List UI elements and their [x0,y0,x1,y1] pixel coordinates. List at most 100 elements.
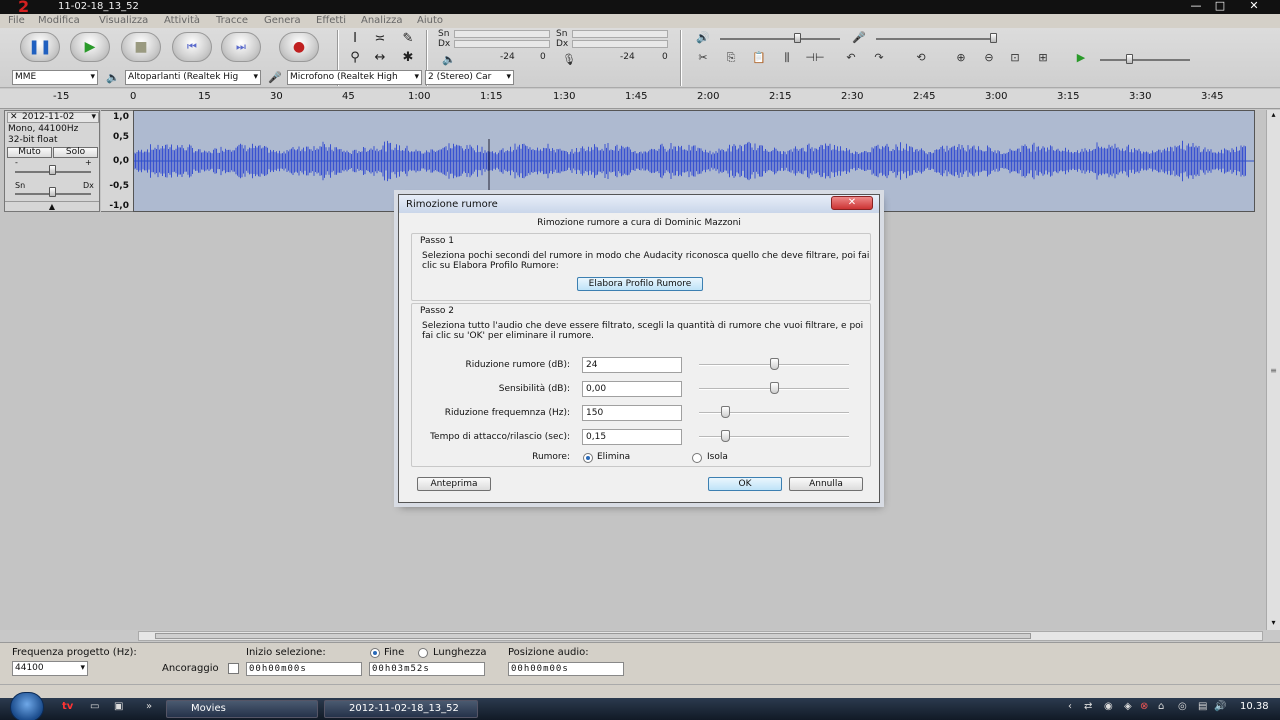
scroll-grip-icon[interactable]: ≡ [1269,366,1278,380]
audio-host-select[interactable]: MME [12,70,98,85]
scroll-up-icon[interactable]: ▴ [1267,110,1280,122]
tray-network-icon[interactable]: ⇄ [1084,701,1092,712]
sensitivity-field[interactable]: 0,00 [582,381,682,397]
timeshift-tool-icon[interactable]: ↔ [370,49,390,67]
track-name-menu[interactable]: ✕ 2012-11-02 ▾ [7,112,99,123]
menu-file[interactable]: File [8,15,25,26]
input-device-select[interactable]: Microfono (Realtek High [287,70,422,85]
quicklaunch-more-icon[interactable]: » [146,701,152,712]
selection-end-time[interactable]: 00h03m52s [369,662,485,676]
envelope-tool-icon[interactable]: ≍ [370,30,390,48]
play-speed-knob[interactable] [1126,54,1133,64]
menu-aiuto[interactable]: Aiuto [417,15,443,26]
pause-button[interactable]: ❚❚ [20,32,60,62]
selection-tool-icon[interactable]: I [345,30,365,48]
cancel-button[interactable]: Annulla [789,477,863,491]
pan-knob[interactable] [49,187,56,197]
remove-noise-radio[interactable] [583,453,593,463]
menu-tracce[interactable]: Tracce [216,15,248,26]
solo-button[interactable]: Solo [53,147,98,158]
vertical-scrollbar[interactable]: ▴ ≡ ▾ [1266,110,1280,630]
silence-icon[interactable]: ⊣⊢ [804,50,826,66]
undo-icon[interactable]: ↶ [840,50,862,66]
start-button[interactable] [10,692,44,720]
attack-decay-field[interactable]: 0,15 [582,429,682,445]
tray-volume-icon[interactable]: 🔊 [1214,701,1226,712]
redo-icon[interactable]: ↷ [868,50,890,66]
skip-end-button[interactable]: ⏭ [221,32,261,62]
frequency-smoothing-knob[interactable] [720,406,730,418]
taskbar-clock[interactable]: 10.38 [1240,701,1269,712]
tray-app-icon[interactable]: ◉ [1104,701,1113,712]
zoom-out-icon[interactable]: ⊖ [978,50,1000,66]
gain-knob[interactable] [49,165,56,175]
quicklaunch-explorer-icon[interactable]: ▭ [90,701,99,712]
ok-button[interactable]: OK [708,477,782,491]
attack-decay-knob[interactable] [720,430,730,442]
timeline-ruler[interactable]: -15 0 15 30 45 1:00 1:15 1:30 1:45 2:00 … [0,89,1280,109]
mute-button[interactable]: Muto [7,147,52,158]
zoom-in-icon[interactable]: ⊕ [950,50,972,66]
tray-app-icon[interactable]: ◎ [1178,701,1187,712]
tray-expand-icon[interactable]: ‹ [1068,701,1072,712]
menu-effetti[interactable]: Effetti [316,15,346,26]
output-volume-knob[interactable] [794,33,801,43]
quicklaunch-tv-icon[interactable]: tv [62,701,73,712]
sensitivity-knob[interactable] [770,382,779,394]
noise-reduction-field[interactable]: 24 [582,357,682,373]
get-noise-profile-button[interactable]: Elabora Profilo Rumore [577,277,703,291]
fit-project-icon[interactable]: ⊞ [1032,50,1054,66]
output-volume-slider[interactable] [720,38,840,40]
microphone-icon[interactable]: 🎙 [558,52,580,68]
horizontal-scrollbar[interactable] [138,631,1263,641]
multi-tool-icon[interactable]: ✱ [398,49,418,67]
play-at-speed-icon[interactable]: ▶ [1070,50,1092,66]
tray-app-icon[interactable]: ◈ [1124,701,1132,712]
copy-icon[interactable]: ⎘ [720,50,742,66]
output-device-select[interactable]: Altoparlanti (Realtek Hig [125,70,261,85]
taskbar-item-recording[interactable]: 2012-11-02-18_13_52 [324,700,478,718]
menu-genera[interactable]: Genera [264,15,301,26]
paste-icon[interactable]: 📋 [748,50,770,66]
length-radio[interactable] [418,648,428,658]
play-button[interactable]: ▶ [70,32,110,62]
collapse-track-icon[interactable]: ▲ [5,201,99,211]
draw-tool-icon[interactable]: ✎ [398,30,418,48]
dialog-close-button[interactable]: ✕ [831,196,873,210]
menu-visualizza[interactable]: Visualizza [99,15,148,26]
skip-start-button[interactable]: ⏮ [172,32,212,62]
snap-to-checkbox[interactable] [228,663,239,674]
tray-app-icon[interactable]: ⊗ [1140,701,1148,712]
end-radio[interactable] [370,648,380,658]
stop-button[interactable]: ■ [121,32,161,62]
quicklaunch-desktop-icon[interactable]: ▣ [114,701,123,712]
speaker-icon[interactable]: 🔈 [438,52,460,68]
play-speed-slider[interactable] [1100,59,1190,61]
scroll-down-icon[interactable]: ▾ [1267,618,1280,630]
isolate-noise-radio[interactable] [692,453,702,463]
audio-position-time[interactable]: 00h00m00s [508,662,624,676]
tray-app-icon[interactable]: ⌂ [1158,701,1164,712]
cut-icon[interactable]: ✂ [692,50,714,66]
zoom-tool-icon[interactable]: ⚲ [345,49,365,67]
preview-button[interactable]: Anteprima [417,477,491,491]
horizontal-scroll-thumb[interactable] [155,633,1031,639]
input-volume-slider[interactable] [876,38,996,40]
project-rate-select[interactable]: 44100 [12,661,88,676]
tray-app-icon[interactable]: ▤ [1198,701,1207,712]
channels-select[interactable]: 2 (Stereo) Car [425,70,514,85]
trim-icon[interactable]: ⫼ [776,50,798,66]
taskbar-item-movies[interactable]: Movies [166,700,318,718]
menu-attivita[interactable]: Attività [164,15,200,26]
minimize-button[interactable]: — [1184,0,1208,12]
sync-lock-icon[interactable]: ⟲ [910,50,932,66]
menu-analizza[interactable]: Analizza [361,15,403,26]
record-button[interactable]: ● [279,32,319,62]
input-volume-knob[interactable] [990,33,997,43]
fit-selection-icon[interactable]: ⊡ [1004,50,1026,66]
maximize-button[interactable]: □ [1208,0,1232,12]
close-button[interactable]: ✕ [1242,0,1266,12]
noise-reduction-knob[interactable] [770,358,779,370]
track-close-icon[interactable]: ✕ [10,113,18,122]
frequency-smoothing-field[interactable]: 150 [582,405,682,421]
